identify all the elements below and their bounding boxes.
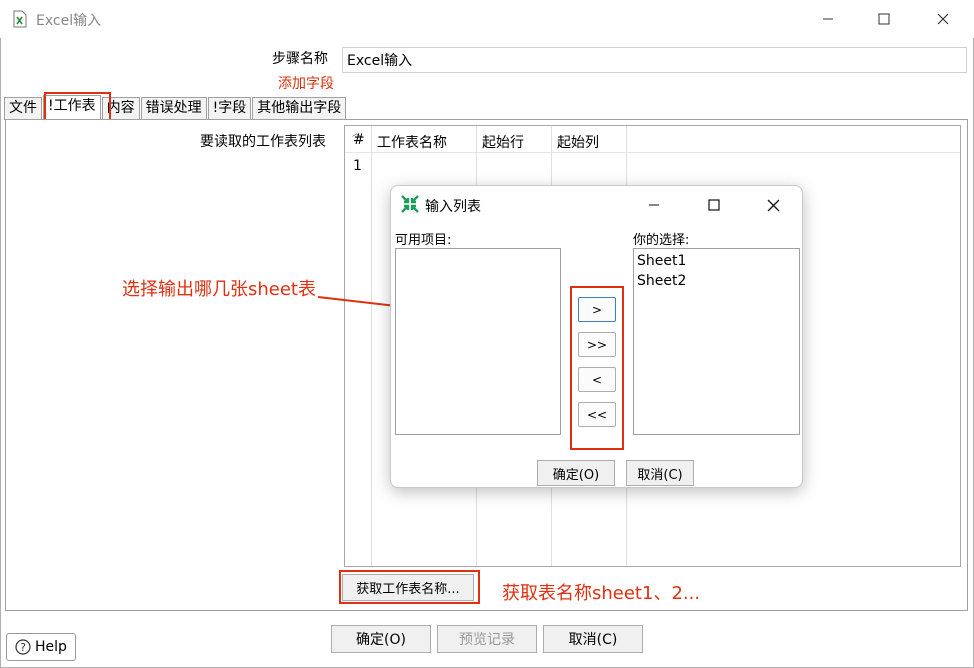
- list-item[interactable]: Sheet2: [637, 271, 796, 291]
- dialog-minimize-icon[interactable]: [643, 194, 665, 216]
- list-item[interactable]: Sheet1: [637, 251, 796, 271]
- chosen-items-list[interactable]: Sheet1 Sheet2: [633, 248, 800, 435]
- move-all-left-button[interactable]: <<: [578, 402, 616, 427]
- move-left-button[interactable]: <: [578, 367, 616, 392]
- dialog-close-icon[interactable]: [762, 194, 784, 216]
- dialog-maximize-icon[interactable]: [703, 194, 725, 216]
- dialog-title: 输入列表: [425, 199, 481, 215]
- available-items-label: 可用项目:: [395, 233, 452, 248]
- dialog-cancel-button[interactable]: 取消(C): [626, 460, 694, 486]
- move-right-button[interactable]: >: [578, 297, 616, 322]
- available-items-list[interactable]: [395, 248, 561, 435]
- move-all-right-button[interactable]: >>: [578, 332, 616, 357]
- input-list-dialog: 输入列表 可用项目: > >> < << 你的选择: Sheet1 Sheet2…: [390, 185, 803, 488]
- dialog-ok-button[interactable]: 确定(O): [537, 460, 615, 486]
- input-list-icon: [401, 195, 419, 213]
- chosen-items-label: 你的选择:: [633, 233, 690, 248]
